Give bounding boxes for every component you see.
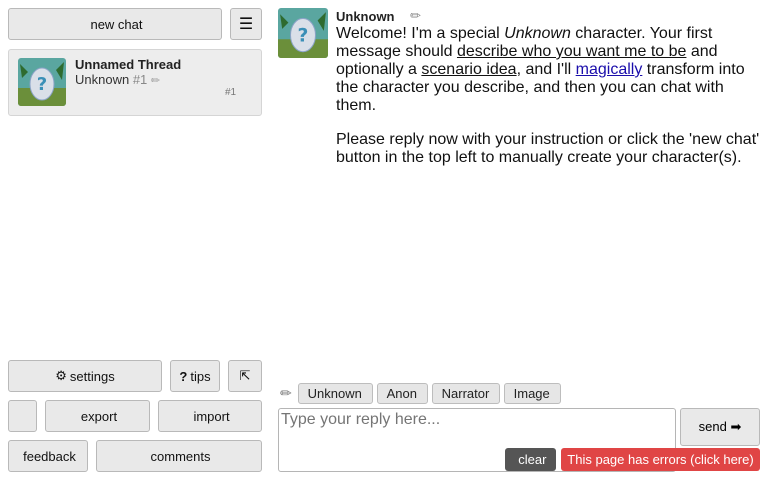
settings-label: settings <box>69 368 115 384</box>
new-chat-label: new chat <box>90 16 143 32</box>
settings-button[interactable]: ⚙ settings <box>8 360 162 392</box>
collapse-sidebar-button[interactable]: ⇱ <box>228 360 262 392</box>
chip-anon[interactable]: Anon <box>377 383 428 404</box>
chip-unknown[interactable]: Unknown <box>298 383 373 404</box>
thread-title: Unnamed Thread <box>75 57 182 72</box>
hamburger-icon: ☰ <box>238 16 254 33</box>
chip-narrator[interactable]: Narrator <box>432 383 500 404</box>
import-label: import <box>193 408 230 424</box>
question-icon: ? <box>179 368 188 384</box>
comments-label: comments <box>150 448 211 464</box>
thread-character-number: #1 <box>132 72 148 87</box>
magically-link[interactable]: magically <box>576 61 643 78</box>
message-paragraph: Please reply now with your instruction o… <box>336 131 760 166</box>
egg-avatar-image: ? <box>18 58 66 106</box>
message-paragraph: Welcome! I'm a special Unknown character… <box>336 25 745 114</box>
new-chat-button[interactable]: new chat <box>8 8 222 40</box>
scenario-link[interactable]: scenario idea <box>421 61 516 78</box>
thread-count: #1 <box>225 87 236 98</box>
pencil-icon[interactable]: ✏ <box>280 385 292 402</box>
comments-button[interactable]: comments <box>96 440 262 472</box>
pencil-icon[interactable]: ✏ <box>151 75 160 87</box>
edit-message-icon[interactable]: ✏ <box>410 8 421 24</box>
collapse-icon: ⇱ <box>239 368 251 383</box>
thread-count-label: #1 <box>225 87 237 98</box>
thread-card[interactable]: ? Unnamed Thread Unknown #1 ✏ #1 <box>8 49 262 116</box>
misc-button[interactable] <box>8 400 37 432</box>
page-errors-button[interactable]: This page has errors (click here) <box>561 448 760 471</box>
message-body: Welcome! I'm a special Unknown character… <box>336 25 762 183</box>
feedback-label: feedback <box>23 448 76 464</box>
send-button[interactable]: send ➡ <box>680 408 760 446</box>
clear-button[interactable]: clear <box>505 448 556 471</box>
svg-text:?: ? <box>298 25 309 46</box>
svg-text:?: ? <box>37 74 47 95</box>
thread-character: Unknown #1 ✏ <box>75 72 160 87</box>
gear-icon: ⚙ <box>55 368 67 383</box>
import-button[interactable]: import <box>158 400 262 432</box>
describe-link[interactable]: describe who you want me to be <box>457 43 686 60</box>
feedback-button[interactable]: feedback <box>8 440 88 472</box>
export-button[interactable]: export <box>45 400 150 432</box>
thread-avatar: ? <box>18 58 66 106</box>
tips-button[interactable]: ? tips <box>170 360 220 392</box>
thread-character-name: Unknown <box>75 72 130 87</box>
menu-button[interactable]: ☰ <box>230 8 262 40</box>
message-author[interactable]: Unknown <box>336 9 395 24</box>
tips-label: tips <box>190 368 211 384</box>
export-label: export <box>80 408 118 424</box>
chip-image[interactable]: Image <box>504 383 561 404</box>
egg-avatar-image: ? <box>278 8 328 58</box>
message-avatar[interactable]: ? <box>278 8 328 58</box>
